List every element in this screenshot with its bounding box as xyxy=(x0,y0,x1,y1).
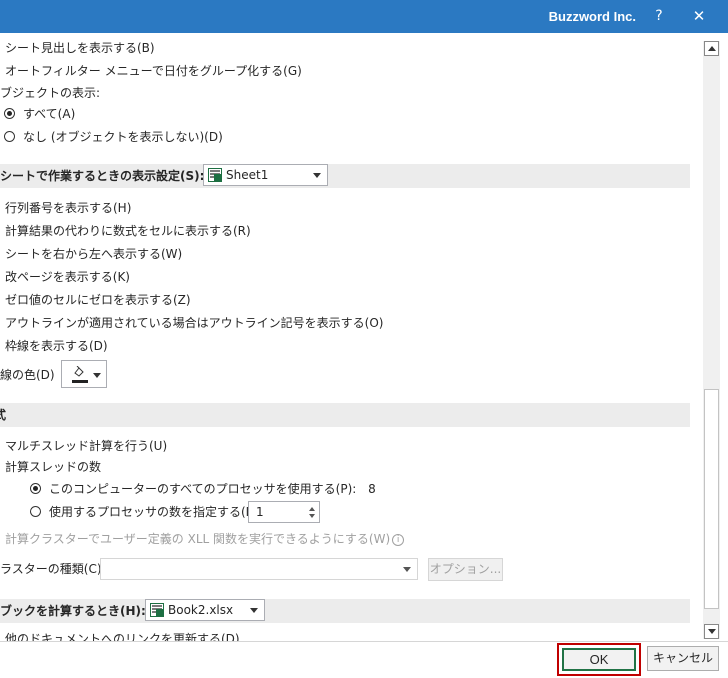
spin-up-icon[interactable] xyxy=(309,507,315,511)
window-title: Buzzword Inc. xyxy=(548,9,636,24)
options-content: シート見出しを表示する(B) オートフィルター メニューで日付をグループ化する(… xyxy=(0,33,701,641)
chevron-down-icon xyxy=(403,567,411,572)
scroll-up-icon[interactable] xyxy=(704,41,719,56)
xll-cluster-option[interactable]: 計算クラスターでユーザー定義の XLL 関数を実行できるようにする(W) i xyxy=(5,529,405,549)
use-all-processors-radio[interactable]: このコンピューターのすべてのプロセッサを使用する(P): 8 xyxy=(30,479,376,499)
objects-none-radio[interactable]: なし (オブジェクトを表示しない)(D) xyxy=(4,127,223,147)
paint-bucket-icon xyxy=(74,366,84,377)
ok-highlight: OK xyxy=(557,643,641,676)
radio-unselected-icon[interactable] xyxy=(4,131,15,142)
color-swatch xyxy=(72,380,88,383)
chevron-down-icon xyxy=(250,608,258,613)
show-gridlines-option[interactable]: 枠線を表示する(D) xyxy=(5,336,108,356)
threads-heading: 計算スレッドの数 xyxy=(5,460,102,474)
xll-cluster-label: 計算クラスターでユーザー定義の XLL 関数を実行できるようにする(W) xyxy=(5,532,391,546)
show-formulas-option[interactable]: 計算結果の代わりに数式をセルに表示する(R) xyxy=(5,221,251,241)
group-dates-option[interactable]: オートフィルター メニューで日付をグループ化する(G) xyxy=(5,61,302,81)
close-button[interactable]: ✕ xyxy=(688,6,710,26)
radio-selected-icon[interactable] xyxy=(4,108,15,119)
objects-heading: ブジェクトの表示: xyxy=(0,86,101,100)
update-links-option[interactable]: 他のドキュメントへのリンクを更新する(D) xyxy=(5,629,240,641)
vertical-scrollbar[interactable] xyxy=(703,41,720,639)
manual-processors-label: 使用するプロセッサの数を指定する(M): xyxy=(49,505,265,519)
chevron-down-icon xyxy=(93,373,101,378)
sheet-select[interactable]: Sheet1 xyxy=(203,164,328,186)
cluster-options-button[interactable]: オプション... xyxy=(428,558,503,581)
show-headers-option[interactable]: 行列番号を表示する(H) xyxy=(5,198,131,218)
objects-all-label: すべて(A) xyxy=(23,107,76,121)
show-page-breaks-option[interactable]: 改ページを表示する(K) xyxy=(5,267,130,287)
info-icon: i xyxy=(392,534,405,546)
objects-none-label: なし (オブジェクトを表示しない)(D) xyxy=(23,130,223,144)
excel-icon xyxy=(150,603,164,617)
show-outline-option[interactable]: アウトラインが適用されている場合はアウトライン記号を表示する(O) xyxy=(5,313,383,333)
sheet-icon xyxy=(208,168,222,182)
cluster-type-label: ラスターの種類(C): xyxy=(0,562,106,576)
ok-button[interactable]: OK xyxy=(562,648,636,671)
help-button[interactable]: ? xyxy=(648,6,670,26)
dialog-footer: OK キャンセル xyxy=(0,641,728,678)
scroll-thumb[interactable] xyxy=(704,389,719,609)
radio-selected-icon[interactable] xyxy=(30,483,41,494)
workbook-calc-section: ブックを計算するとき(H): xyxy=(0,599,690,623)
right-to-left-option[interactable]: シートを右から左へ表示する(W) xyxy=(5,244,182,264)
title-bar: Buzzword Inc. ? ✕ xyxy=(0,0,728,33)
formulas-section: 式 xyxy=(0,403,690,427)
workbook-select-value: Book2.xlsx xyxy=(168,603,234,617)
multithread-option[interactable]: マルチスレッド計算を行う(U) xyxy=(5,436,167,456)
chevron-down-icon xyxy=(313,173,321,178)
gridline-color-button[interactable] xyxy=(61,360,107,388)
stepper-value: 1 xyxy=(256,505,264,519)
cluster-type-select[interactable] xyxy=(100,558,418,580)
sheet-section-label: シートで作業するときの表示設定(S): xyxy=(0,169,205,183)
gridline-color-label: 線の色(D) xyxy=(0,368,55,382)
formulas-section-label: 式 xyxy=(0,408,7,422)
radio-unselected-icon[interactable] xyxy=(30,506,41,517)
scroll-down-icon[interactable] xyxy=(704,624,719,639)
show-sheet-tabs-option[interactable]: シート見出しを表示する(B) xyxy=(5,38,155,58)
processor-count-stepper[interactable]: 1 xyxy=(248,501,320,523)
sheet-select-value: Sheet1 xyxy=(226,168,269,182)
workbook-section-label: ブックを計算するとき(H): xyxy=(0,604,146,618)
objects-all-radio[interactable]: すべて(A) xyxy=(4,104,75,124)
cancel-button[interactable]: キャンセル xyxy=(647,646,719,671)
use-all-processors-label: このコンピューターのすべてのプロセッサを使用する(P): xyxy=(49,482,357,496)
spin-down-icon[interactable] xyxy=(309,514,315,518)
sheet-display-section: シートで作業するときの表示設定(S): xyxy=(0,164,690,188)
processor-count: 8 xyxy=(368,482,376,496)
manual-processors-radio[interactable]: 使用するプロセッサの数を指定する(M): xyxy=(30,502,265,522)
show-zero-option[interactable]: ゼロ値のセルにゼロを表示する(Z) xyxy=(5,290,191,310)
workbook-select[interactable]: Book2.xlsx xyxy=(145,599,265,621)
